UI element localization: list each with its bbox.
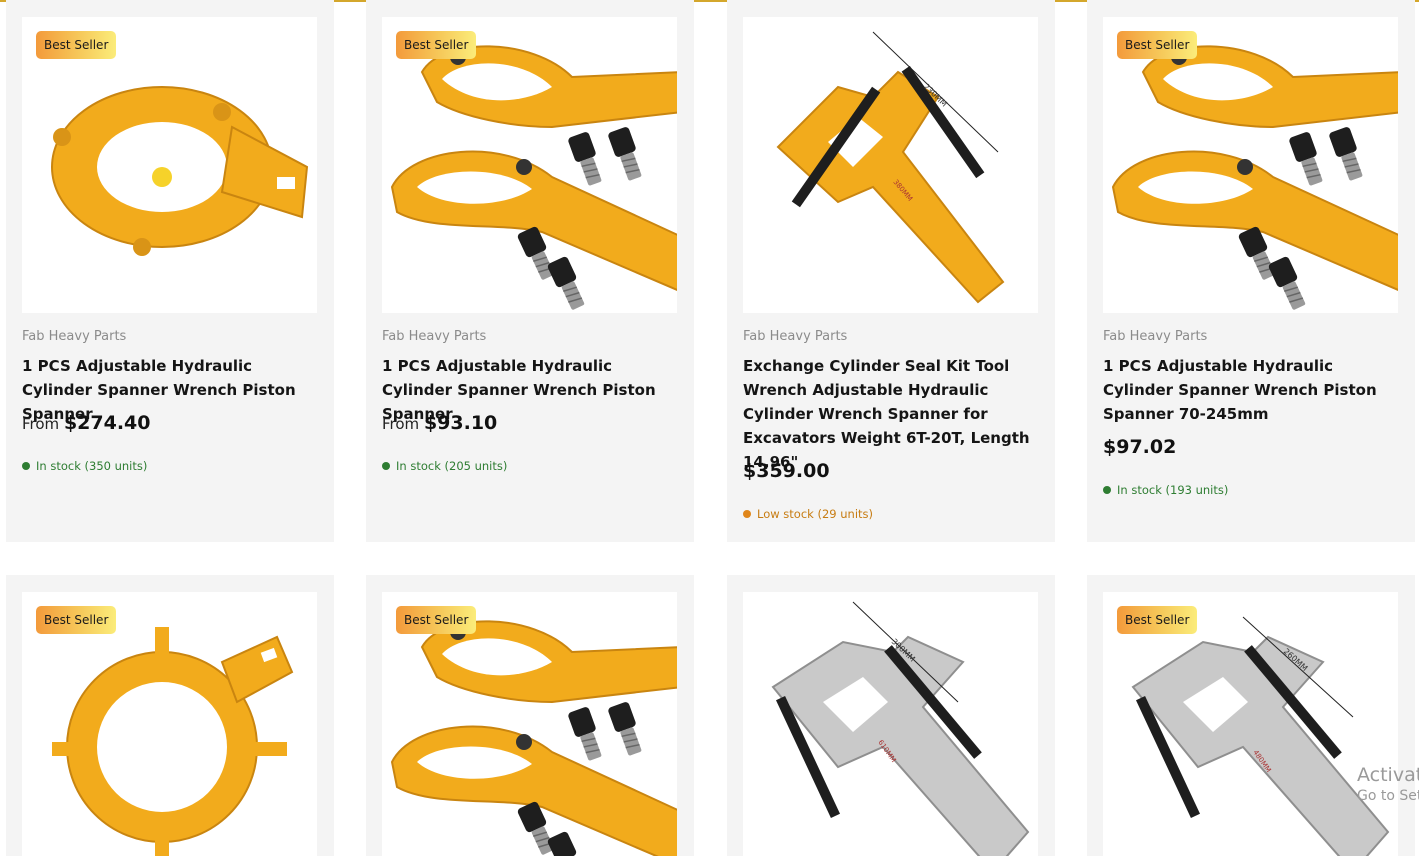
stock-dot-icon: [382, 462, 390, 470]
product-title[interactable]: Exchange Cylinder Seal Kit Tool Wrench A…: [743, 354, 1041, 474]
stock-status: In stock (350 units): [22, 459, 147, 473]
product-card[interactable]: Best Seller Fab Heavy Parts 1 PCS Adjust…: [366, 0, 694, 542]
product-image-illustration: [382, 17, 677, 313]
stock-dot-icon: [743, 510, 751, 518]
product-vendor[interactable]: Fab Heavy Parts: [382, 329, 486, 344]
watermark-line-1: Activat: [1357, 764, 1419, 786]
stock-status: In stock (193 units): [1103, 483, 1228, 497]
product-title[interactable]: 1 PCS Adjustable Hydraulic Cylinder Span…: [1103, 354, 1401, 426]
product-image-illustration: 230MM 380MM: [777, 31, 1004, 303]
product-price: From $274.40: [22, 412, 151, 434]
product-image[interactable]: 300MM 610MM: [743, 592, 1038, 856]
product-card[interactable]: Best Seller: [6, 575, 334, 856]
price-amount: $93.10: [423, 412, 498, 434]
product-image[interactable]: Best Seller: [22, 17, 317, 313]
product-price: $97.02: [1103, 436, 1176, 458]
price-amount: $97.02: [1103, 436, 1177, 458]
price-prefix: From: [22, 415, 60, 433]
product-card[interactable]: 230MM 380MM Fab Heavy Parts Exchange Cyl…: [727, 0, 1055, 542]
stock-label: In stock (205 units): [396, 459, 508, 473]
best-seller-badge: Best Seller: [36, 31, 117, 59]
best-seller-badge: Best Seller: [396, 31, 477, 59]
activate-windows-watermark: Activat Go to Set: [1357, 764, 1419, 804]
product-image-illustration: [1103, 17, 1398, 313]
stock-label: Low stock (29 units): [757, 507, 874, 521]
product-vendor[interactable]: Fab Heavy Parts: [743, 329, 847, 344]
product-image[interactable]: Best Seller: [382, 17, 677, 313]
product-vendor[interactable]: Fab Heavy Parts: [22, 329, 126, 344]
watermark-line-2: Go to Set: [1357, 788, 1419, 804]
best-seller-badge: Best Seller: [36, 606, 117, 634]
product-card[interactable]: Best Seller: [366, 575, 694, 856]
stock-dot-icon: [22, 462, 30, 470]
product-card[interactable]: Best Seller Fab Heavy Parts 1 PCS Adjust…: [1087, 0, 1415, 542]
stock-dot-icon: [1103, 486, 1111, 494]
stock-label: In stock (193 units): [1117, 483, 1229, 497]
product-image[interactable]: Best Seller: [1103, 17, 1398, 313]
product-vendor[interactable]: Fab Heavy Parts: [1103, 329, 1207, 344]
product-image[interactable]: 260MM 480MM Best Seller: [1103, 592, 1398, 856]
price-amount: $274.40: [63, 412, 151, 434]
product-image-illustration: 300MM 610MM: [772, 601, 1029, 856]
product-price: From $93.10: [382, 412, 497, 434]
best-seller-badge: Best Seller: [1117, 31, 1198, 59]
price-prefix: From: [382, 415, 420, 433]
product-image[interactable]: Best Seller: [22, 592, 317, 856]
best-seller-badge: Best Seller: [1117, 606, 1198, 634]
stock-status: Low stock (29 units): [743, 507, 873, 521]
product-price: $359.00: [743, 460, 830, 482]
stock-status: In stock (205 units): [382, 459, 507, 473]
product-card[interactable]: Best Seller Fab Heavy Parts 1 PCS Adjust…: [6, 0, 334, 542]
stock-label: In stock (350 units): [36, 459, 148, 473]
product-image[interactable]: Best Seller: [382, 592, 677, 856]
product-card[interactable]: 260MM 480MM Best Seller: [1087, 575, 1415, 856]
best-seller-badge: Best Seller: [396, 606, 477, 634]
product-image[interactable]: 230MM 380MM: [743, 17, 1038, 313]
product-image-illustration: [51, 86, 308, 257]
price-amount: $359.00: [743, 460, 830, 482]
product-card[interactable]: 300MM 610MM: [727, 575, 1055, 856]
